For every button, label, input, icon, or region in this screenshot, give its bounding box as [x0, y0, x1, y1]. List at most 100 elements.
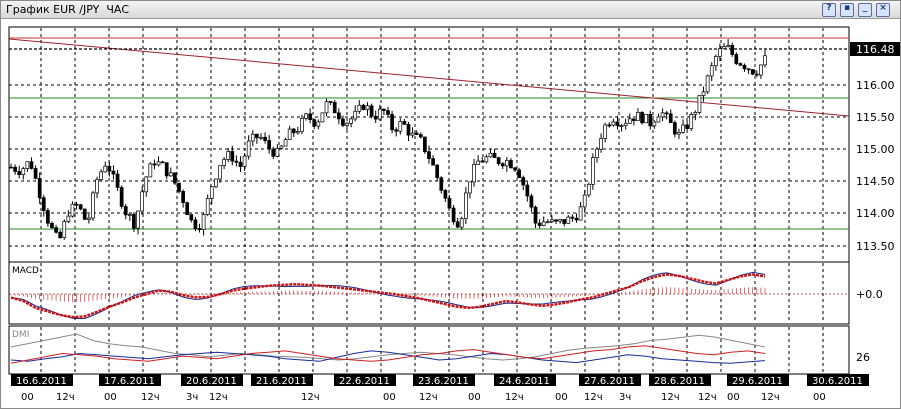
candle-body: [550, 219, 554, 223]
candle-body: [275, 147, 280, 157]
candle-body: [521, 177, 526, 186]
date-label: 27.6.2011: [584, 376, 635, 387]
candle-body: [726, 45, 730, 48]
candle-body: [558, 219, 562, 222]
candle-body: [668, 113, 673, 123]
candle-body: [636, 111, 640, 122]
candle-body: [33, 168, 38, 179]
save-icon[interactable]: ▪: [840, 3, 854, 17]
current-price-label: 116.48: [856, 43, 895, 56]
date-label: 30.6.2011: [812, 376, 863, 387]
candle-body: [259, 136, 263, 139]
candle-body: [115, 173, 120, 188]
candle-body: [455, 221, 460, 228]
candle-body: [62, 221, 67, 239]
candle-body: [718, 48, 722, 57]
candle-body: [9, 166, 13, 169]
hour-label: 00: [21, 392, 34, 403]
candle-body: [361, 104, 366, 110]
candle-body: [82, 208, 87, 220]
hour-axis: 00 12ч 00 12ч 3ч 12ч 12ч 00 12ч 00 12ч 00 12ч 3ч 12ч 12…: [21, 392, 826, 403]
candle-body: [578, 206, 583, 221]
candle-body: [246, 140, 251, 157]
candle-body: [209, 186, 214, 199]
candle-body: [672, 122, 677, 135]
hour-label: 12ч: [301, 392, 320, 403]
window-title: График EUR /JPY ЧАС: [6, 3, 130, 16]
candle-body: [619, 125, 624, 127]
candle-body: [345, 122, 349, 126]
candle-body: [386, 110, 390, 115]
candle-body: [160, 161, 165, 164]
candle-body: [570, 216, 575, 219]
minimize-icon[interactable]: _: [858, 3, 872, 17]
hour-label: 00: [468, 392, 481, 403]
candle-body: [509, 160, 513, 169]
candle-body: [382, 108, 386, 111]
candle-body: [554, 219, 558, 222]
help-icon[interactable]: ?: [822, 3, 836, 17]
candle-body: [70, 203, 75, 217]
candle-body: [644, 113, 649, 124]
candle-body: [476, 160, 481, 165]
candle-body: [41, 197, 46, 211]
candle-body: [410, 132, 415, 136]
candle-body: [263, 136, 267, 141]
candle-body: [349, 118, 353, 124]
candle-body: [488, 152, 493, 158]
candle-body: [759, 64, 763, 76]
candle-body: [250, 133, 255, 142]
candle-body: [324, 101, 329, 114]
candle-body: [234, 160, 239, 163]
hour-label: 12ч: [419, 392, 438, 403]
candle-body: [287, 128, 292, 140]
candle-body: [586, 183, 591, 196]
candle-body: [738, 63, 743, 66]
macd-label: MACD: [12, 266, 39, 276]
candle-body: [78, 204, 83, 210]
candle-body: [91, 192, 95, 219]
candle-body: [87, 217, 91, 220]
candle-body: [746, 68, 751, 71]
candle-body: [50, 222, 54, 229]
candle-body: [25, 161, 30, 169]
date-label: 28.6.2011: [654, 376, 705, 387]
candle-body: [681, 124, 685, 133]
hour-label: 00: [727, 392, 740, 403]
candle-body: [697, 95, 702, 113]
price-tick: 114.50: [856, 175, 895, 188]
candle-body: [193, 219, 198, 229]
candle-body: [21, 168, 26, 175]
candle-body: [103, 165, 108, 173]
candle-body: [242, 155, 247, 167]
chart-window: График EUR /JPY ЧАС ? ▪ _ × 116.48 116.0…: [0, 0, 901, 409]
candle-body: [500, 163, 505, 167]
title-bar: График EUR /JPY ЧАС ? ▪ _ ×: [1, 1, 900, 19]
candle-body: [328, 101, 333, 103]
candle-body: [168, 172, 173, 177]
candle-body: [709, 65, 714, 77]
candle-body: [599, 138, 603, 150]
candle-body: [517, 169, 521, 178]
candle-body: [480, 160, 485, 163]
candle-body: [443, 189, 448, 199]
date-label: 29.6.2011: [732, 376, 783, 387]
candle-body: [607, 124, 612, 127]
close-icon[interactable]: ×: [876, 3, 890, 17]
candle-body: [525, 184, 530, 197]
candle-body: [574, 217, 579, 221]
candle-body: [484, 156, 489, 163]
candle-body: [627, 118, 632, 124]
hour-label: 12ч: [761, 392, 780, 403]
candle-body: [54, 227, 58, 233]
price-chart[interactable]: 116.48 116.00 115.50 115.00 114.50 114.0…: [1, 19, 900, 408]
price-tick: 116.00: [856, 79, 895, 92]
price-tick: 114.00: [856, 207, 895, 220]
candle-body: [336, 112, 341, 120]
candle-body: [271, 148, 276, 157]
candle-body: [74, 203, 79, 206]
hour-label: 3ч: [619, 392, 631, 403]
candle-body: [722, 46, 726, 50]
candle-body: [693, 112, 698, 115]
date-axis: 16.6.2011 17.6.2011 20.6.2011 21.6.2011 22.6…: [11, 374, 869, 387]
